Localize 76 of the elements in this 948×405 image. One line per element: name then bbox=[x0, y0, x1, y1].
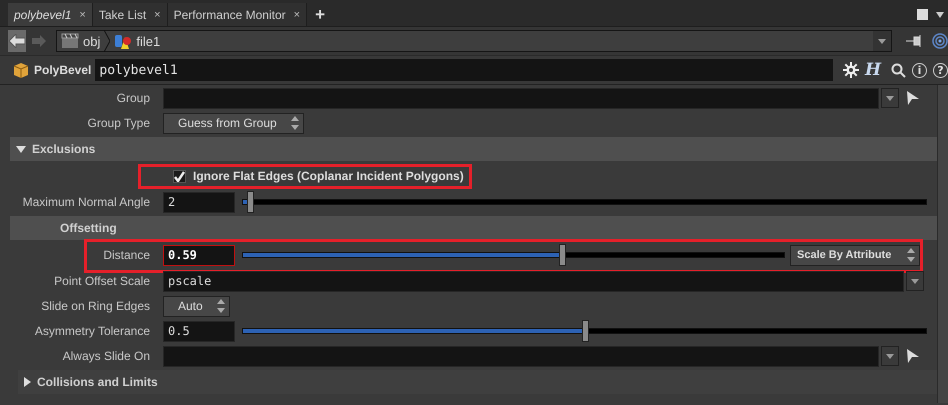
arrow-cursor-icon bbox=[907, 349, 919, 363]
parameter-label: Asymmetry Tolerance bbox=[34, 324, 150, 338]
parameter-label: Point Offset Scale bbox=[53, 274, 150, 288]
path-bar[interactable]: obj file1 bbox=[56, 30, 892, 52]
parameter-label: Always Slide On bbox=[62, 349, 150, 363]
caret-icon bbox=[878, 38, 886, 44]
parameter-label: Group bbox=[116, 91, 150, 105]
left-arrow-icon bbox=[9, 34, 25, 48]
close-button[interactable]: × bbox=[154, 8, 161, 20]
number-field[interactable]: 2 bbox=[163, 192, 235, 212]
settings-icon bbox=[843, 62, 859, 78]
checkmark-icon bbox=[174, 170, 185, 182]
path-segment[interactable]: obj bbox=[57, 33, 104, 49]
caret-icon bbox=[886, 96, 894, 100]
slider-handle[interactable] bbox=[582, 320, 588, 342]
back-button[interactable] bbox=[8, 30, 26, 52]
parameter-label: Group Type bbox=[86, 116, 150, 130]
right-arrow-icon bbox=[32, 35, 46, 47]
new-tab-button[interactable]: + bbox=[307, 3, 334, 26]
close-button[interactable]: × bbox=[294, 8, 300, 20]
slider[interactable] bbox=[242, 320, 927, 342]
slider[interactable] bbox=[242, 191, 927, 213]
dropdown-button[interactable] bbox=[881, 88, 899, 108]
target-icon[interactable] bbox=[932, 33, 948, 49]
parameter-label: Distance bbox=[102, 248, 150, 262]
tab[interactable]: Take List × bbox=[92, 3, 168, 26]
number-field[interactable]: 0.5 bbox=[163, 320, 235, 342]
dropdown-button[interactable] bbox=[873, 31, 891, 51]
tab[interactable]: Performance Monitor × bbox=[168, 3, 308, 26]
section-title: Exclusions bbox=[32, 142, 96, 156]
select-button[interactable] bbox=[907, 349, 919, 363]
box-icon[interactable] bbox=[12, 61, 30, 79]
section-header[interactable]: Exclusions bbox=[10, 137, 937, 161]
node-type-label: PolyBevel bbox=[34, 63, 92, 77]
section-title: Offsetting bbox=[60, 221, 117, 235]
shapes-icon bbox=[114, 33, 132, 49]
checkbox[interactable] bbox=[173, 170, 186, 182]
caret-icon[interactable] bbox=[936, 12, 944, 18]
checkbox-label: Ignore Flat Edges (Coplanar Incident Polygons) bbox=[193, 169, 464, 183]
section-header[interactable]: Offsetting bbox=[10, 216, 937, 240]
text-field[interactable] bbox=[163, 346, 879, 366]
search-icon bbox=[891, 62, 906, 78]
caret-icon bbox=[886, 354, 894, 358]
houdini-button[interactable]: H bbox=[865, 60, 885, 80]
settings-button[interactable] bbox=[843, 62, 859, 78]
dropdown-button[interactable] bbox=[881, 346, 899, 366]
menu-button[interactable]: Scale By Attribute bbox=[790, 244, 920, 266]
section-header[interactable]: Collisions and Limits bbox=[18, 370, 937, 394]
close-button[interactable]: × bbox=[79, 8, 86, 20]
select-button[interactable] bbox=[907, 91, 919, 105]
text-field[interactable]: pscale bbox=[163, 270, 904, 292]
arrow-cursor-icon bbox=[907, 91, 919, 105]
path-segment[interactable]: file1 bbox=[110, 33, 164, 49]
dropdown-button[interactable] bbox=[906, 271, 924, 291]
menu-button[interactable]: Guess from Group bbox=[163, 112, 304, 134]
scrollbar[interactable] bbox=[937, 85, 948, 403]
text-field[interactable] bbox=[163, 88, 879, 108]
tab[interactable]: polybevel1 × bbox=[8, 3, 93, 26]
search-button[interactable] bbox=[891, 62, 906, 78]
number-field[interactable]: 0.59 bbox=[163, 244, 235, 266]
updown-icon bbox=[216, 299, 225, 313]
section-title: Collisions and Limits bbox=[37, 375, 158, 389]
menu-button[interactable]: Auto bbox=[163, 296, 230, 316]
slider-handle[interactable] bbox=[559, 244, 566, 266]
updown-icon bbox=[290, 116, 299, 130]
node-name-field[interactable]: polybevel1 bbox=[95, 59, 833, 81]
help-button[interactable]: i bbox=[912, 62, 927, 78]
parameter-label: Maximum Normal Angle bbox=[22, 195, 150, 209]
help-button[interactable]: ? bbox=[933, 62, 948, 78]
caret-icon bbox=[911, 278, 919, 284]
updown-icon bbox=[907, 248, 915, 262]
chevron-icon bbox=[104, 30, 110, 52]
slider-handle[interactable] bbox=[246, 191, 254, 213]
slider[interactable] bbox=[242, 244, 785, 266]
parameter-label: Slide on Ring Edges bbox=[40, 299, 150, 313]
clapperboard-icon bbox=[61, 33, 79, 49]
